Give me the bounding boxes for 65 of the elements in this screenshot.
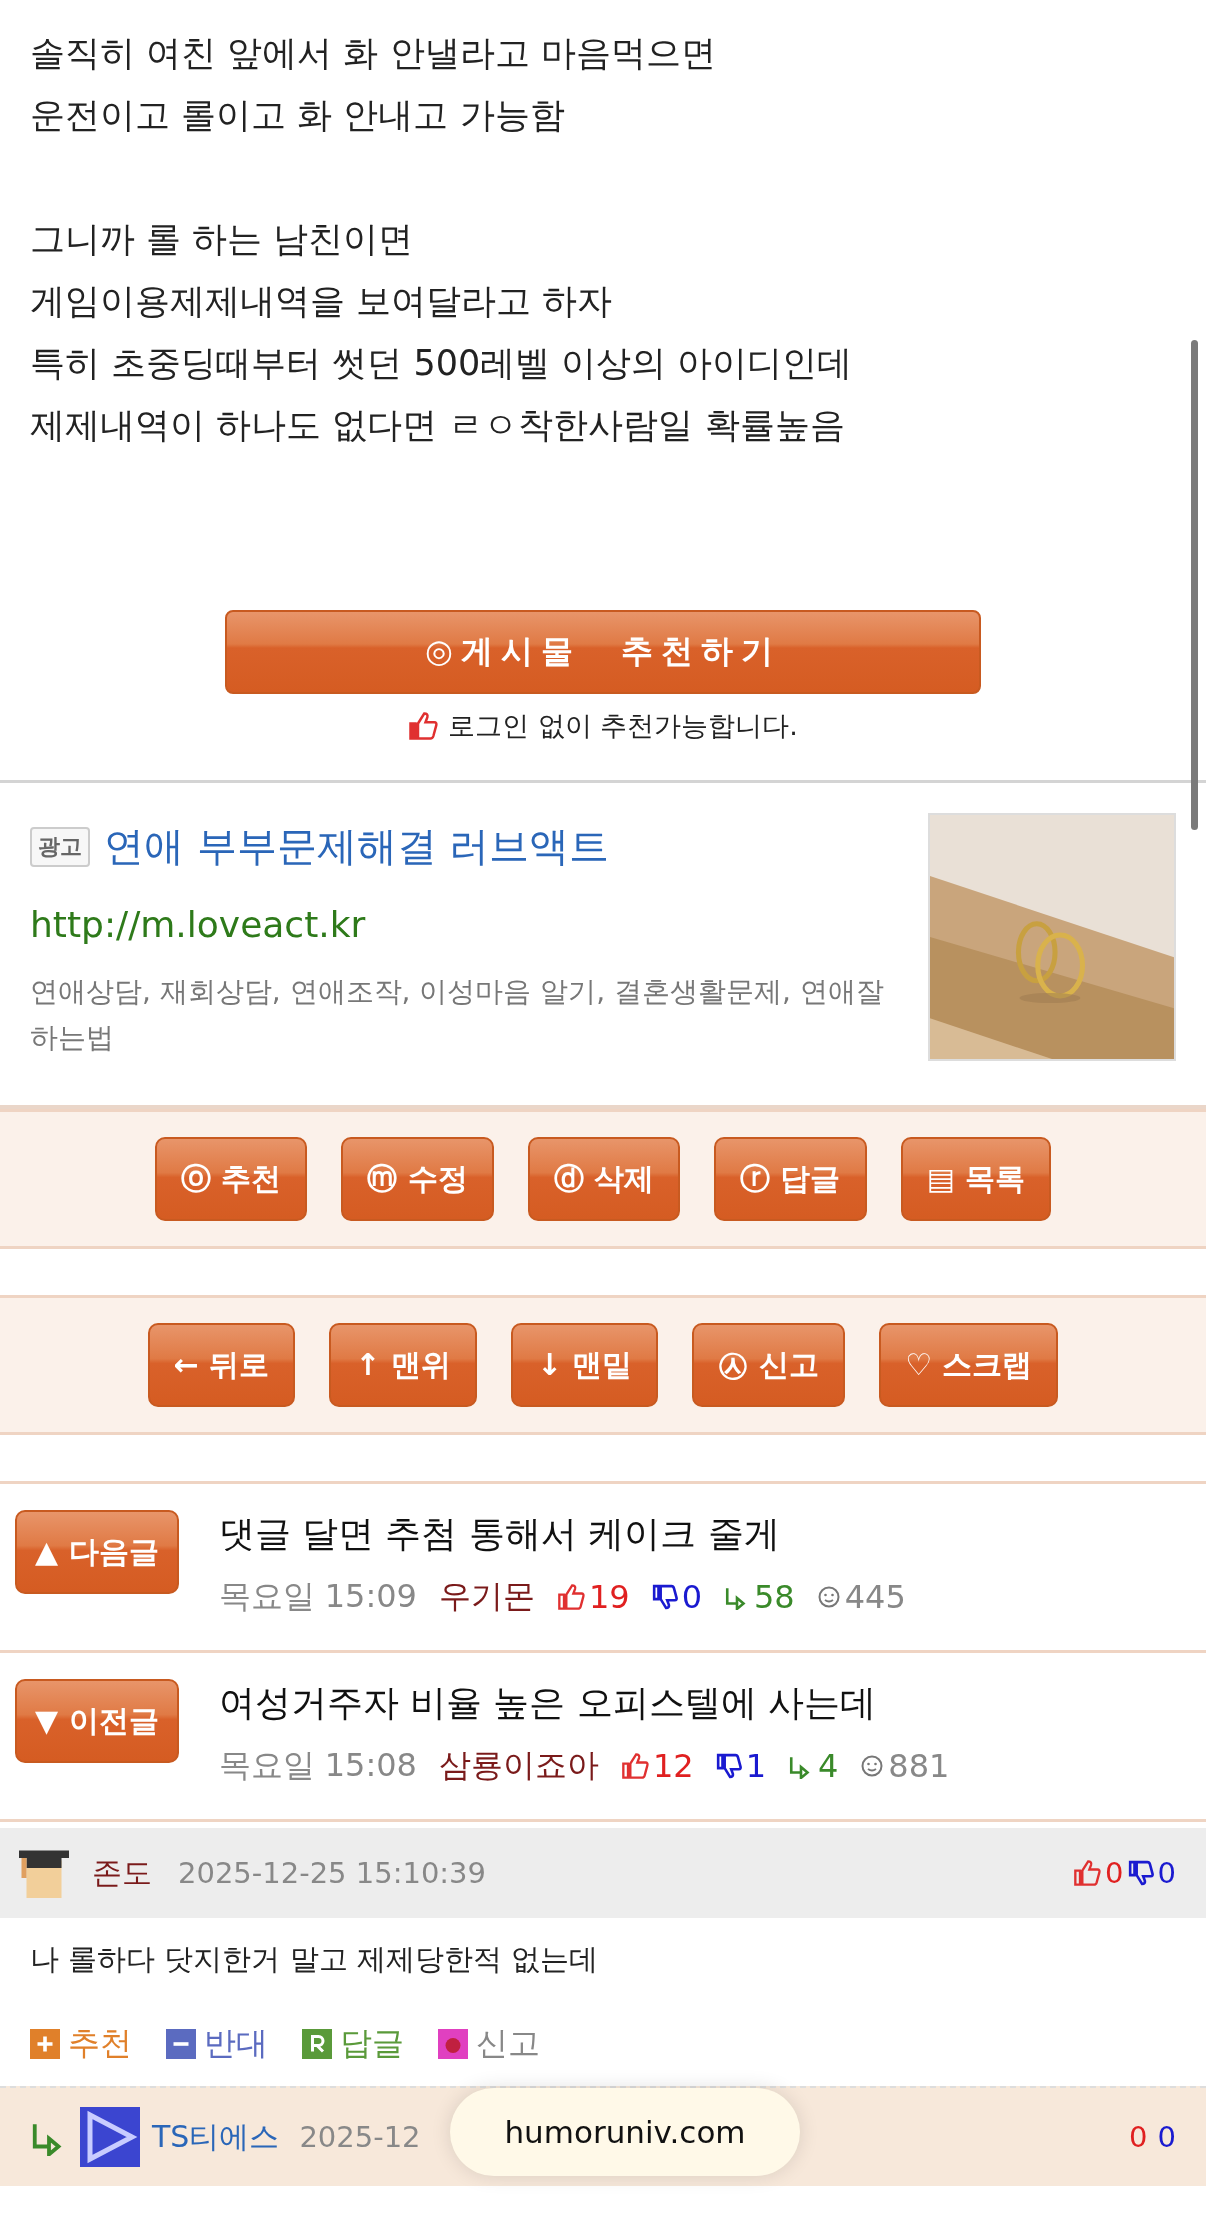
post-text-line: 운전이고 롤이고 화 안내고 가능함 [30,94,566,137]
plus-icon [30,2029,60,2059]
action-button[interactable]: ㉦ 신고 [692,1323,845,1407]
action-button[interactable]: ⓜ 수정 [341,1137,494,1221]
thumbs-down-icon [1127,1860,1154,1886]
recommend-button[interactable]: ◎게시물 추천하기 [225,610,981,694]
address-bar[interactable]: humoruniv.com [450,2088,800,2176]
thumbs-up-icon [1073,1859,1102,1887]
comment-action-link[interactable]: 신고 [476,2022,540,2066]
action-button[interactable]: ⓞ 추천 [154,1137,308,1221]
post-text-line: 특히 초중딩때부터 썻던 500레벨 이상의 아이디인데 [30,342,854,385]
dislike-count: 0 [1157,2120,1176,2154]
post-text-line: 제제내역이 하나도 없다면 ㄹㅇ착한사람일 확률높음 [30,404,846,447]
comment-action-link[interactable]: 반대 [204,2022,268,2066]
post-text-line: 그니까 롤 하는 남친이면 [30,218,415,261]
post-title-link[interactable]: 댓글 달면 추첨 통해서 케이크 줄게 [218,1510,906,1559]
comment-action-link[interactable]: 추천 [68,2022,132,2066]
reply-count: 4 [818,1747,839,1785]
comment-text: 나 롤하다 닷지한거 말고 제제당한적 없는데 [29,1941,600,1978]
ad-title-link[interactable]: 연애 부부문제해결 러브액트 [104,819,610,874]
post-author: 삼룡이죠아 [438,1745,599,1786]
thumbs-up-icon [620,1752,649,1780]
action-button[interactable]: ↑ 맨위 [329,1323,477,1407]
view-count: 881 [888,1747,950,1785]
view-count: 445 [844,1578,906,1616]
post-text-line: 게임이용제제내역을 보여달라고 하자 [30,280,614,323]
comment-author: 존도 [92,1853,152,1892]
recommend-note: 로그인 없이 추천가능합니다. [448,709,798,743]
minus-icon [166,2029,196,2059]
dislike-count: 0 [681,1578,702,1616]
thumbs-up-icon [408,711,439,741]
action-button[interactable]: ← 뒤로 [147,1323,296,1407]
dislike-count: 1 [745,1747,766,1785]
action-button[interactable]: ⓓ 삭제 [527,1137,681,1221]
dislike-count: 0 [1157,1856,1176,1890]
like-count: 19 [588,1578,630,1616]
ad-badge: 광고 [30,826,90,867]
action-button[interactable]: ▤ 목록 [900,1137,1052,1221]
reply-icon [302,2029,332,2059]
comment-date: 2025-12-25 15:10:39 [178,1856,486,1890]
like-count: 0 [1129,2120,1148,2154]
post-time: 목요일 15:08 [218,1745,417,1786]
reply-count: 58 [754,1578,795,1616]
post-time: 목요일 15:09 [218,1576,417,1617]
like-count: 0 [1105,1856,1124,1890]
post-author: 우기몬 [438,1576,535,1617]
smiley-icon [860,1754,885,1778]
like-count: 12 [652,1747,694,1785]
action-button[interactable]: ⓡ 답글 [714,1137,867,1221]
post-title-link[interactable]: 여성거주자 비율 높은 오피스텔에 사는데 [218,1679,950,1728]
comment-author: TS티에스 [152,2117,280,2156]
action-button[interactable]: ♡ 스크랩 [878,1323,1059,1407]
action-button[interactable]: ↓ 맨밑 [510,1323,659,1407]
nav-post-button[interactable]: ▼ 이전글 [15,1679,179,1763]
comment-action-link[interactable]: 답글 [340,2022,404,2066]
smiley-icon [816,1585,841,1609]
thumbs-down-icon [651,1584,678,1610]
post-text-line: 솔직히 여친 앞에서 화 안낼라고 마음먹으면 [30,32,717,75]
nav-post-button[interactable]: ▲ 다음글 [15,1510,179,1594]
report-icon [438,2029,468,2059]
ad-url-link[interactable]: http://m.loveact.kr [30,904,900,945]
ad-description: 연애상담, 재회상담, 연애조작, 이성마음 알기, 결혼생활문제, 연애잘하는법 [30,974,885,1056]
comment-date: 2025-12 [299,2120,421,2154]
thumbs-up-icon [556,1583,585,1611]
thumbs-down-icon [715,1753,742,1779]
